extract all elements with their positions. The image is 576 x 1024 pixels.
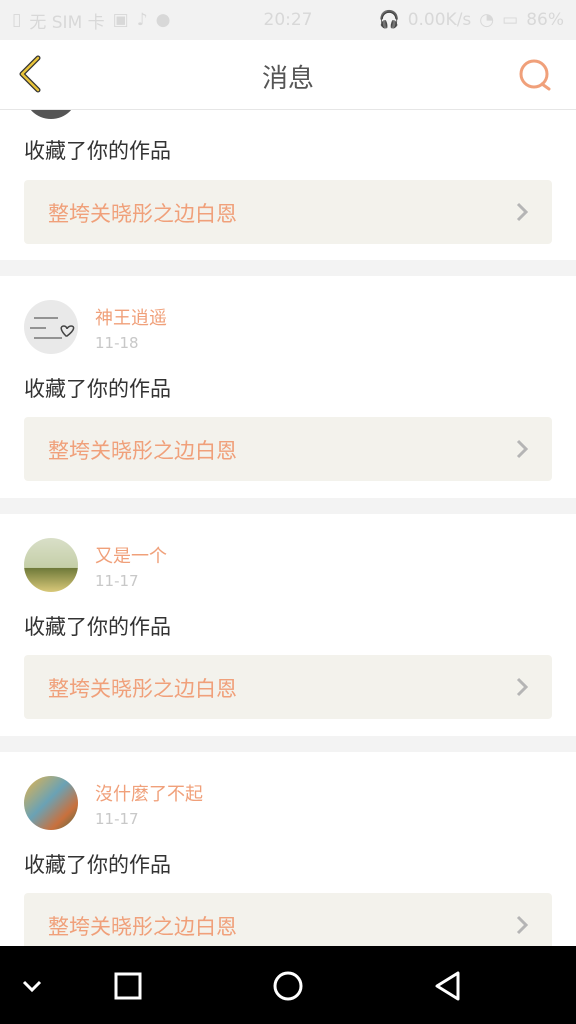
clock: 20:27 <box>263 10 313 30</box>
avatar[interactable] <box>24 538 78 592</box>
page-title: 消息 <box>261 64 314 94</box>
circle-icon <box>273 971 303 1001</box>
action-text: 收藏了你的作品 <box>24 615 171 639</box>
chevron-down-icon <box>22 980 42 993</box>
message-card: 又是一个 11-17 收藏了你的作品 整垮关晓彤之边白恩 <box>0 514 576 736</box>
work-title: 整垮关晓彤之边白恩 <box>48 439 237 463</box>
message-card: 神王逍遥 11-18 收藏了你的作品 整垮关晓彤之边白恩 <box>0 276 576 498</box>
work-title: 整垮关晓彤之边白恩 <box>48 202 237 226</box>
message-date: 11-17 <box>95 810 139 828</box>
work-link[interactable]: 整垮关晓彤之边白恩 <box>24 893 552 946</box>
chevron-right-icon <box>516 439 529 459</box>
work-link[interactable]: 整垮关晓彤之边白恩 <box>24 417 552 481</box>
message-card: 11-18 收藏了你的作品 整垮关晓彤之边白恩 <box>0 110 576 260</box>
action-text: 收藏了你的作品 <box>24 377 171 401</box>
chevron-right-icon <box>516 677 529 697</box>
message-card: 沒什麼了不起 11-17 收藏了你的作品 整垮关晓彤之边白恩 <box>0 752 576 946</box>
message-date: 11-17 <box>95 572 139 590</box>
avatar[interactable] <box>24 300 78 354</box>
user-name[interactable]: 神王逍遥 <box>95 304 167 330</box>
user-name[interactable]: 沒什麼了不起 <box>95 780 203 806</box>
triangle-back-icon <box>435 971 460 1001</box>
recents-button[interactable] <box>108 966 148 1006</box>
message-date: 11-18 <box>95 110 139 111</box>
square-icon <box>114 972 142 1000</box>
user-name[interactable]: 又是一个 <box>95 542 167 568</box>
message-list: 11-18 收藏了你的作品 整垮关晓彤之边白恩 神王逍遥 11-18 收藏了你的… <box>0 110 576 946</box>
search-icon <box>519 59 551 91</box>
work-link[interactable]: 整垮关晓彤之边白恩 <box>24 180 552 244</box>
avatar[interactable] <box>24 110 78 119</box>
work-link[interactable]: 整垮关晓彤之边白恩 <box>24 655 552 719</box>
action-text: 收藏了你的作品 <box>24 853 171 877</box>
search-button[interactable] <box>516 56 556 96</box>
status-bar: ▯ 无 SIM 卡 ▣ ♪ ● 20:27 🎧 0.00K/s ◔ ▭ 86% <box>0 0 576 40</box>
chevron-right-icon <box>516 915 529 935</box>
action-text: 收藏了你的作品 <box>24 139 171 163</box>
message-date: 11-18 <box>95 334 139 352</box>
chevron-right-icon <box>516 202 529 222</box>
avatar[interactable] <box>24 776 78 830</box>
system-nav-bar <box>0 946 576 1024</box>
work-title: 整垮关晓彤之边白恩 <box>48 915 237 939</box>
home-button[interactable] <box>268 966 308 1006</box>
hide-nav-button[interactable] <box>12 966 52 1006</box>
app-header: 消息 <box>0 40 576 110</box>
work-title: 整垮关晓彤之边白恩 <box>48 677 237 701</box>
back-nav-button[interactable] <box>428 966 468 1006</box>
